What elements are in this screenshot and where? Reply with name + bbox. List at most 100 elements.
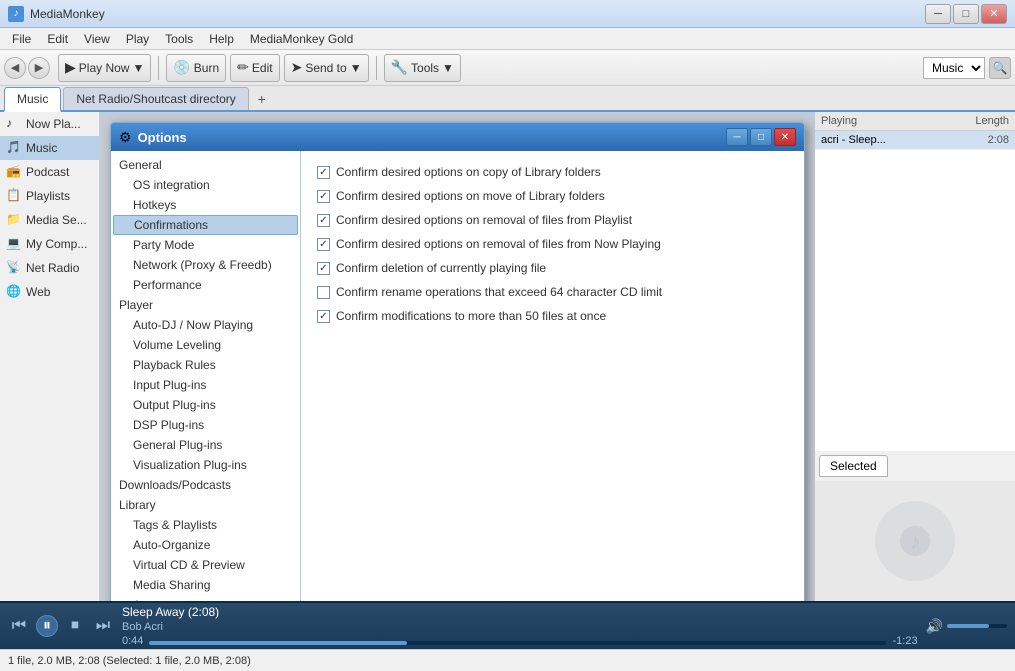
playing-column-header: Playing	[821, 115, 857, 127]
tree-item-appearance[interactable]: Appearance	[111, 595, 300, 601]
play-now-label: Play Now	[79, 61, 130, 75]
title-bar: ♪ MediaMonkey ─ □ ✕	[0, 0, 1015, 28]
menu-view[interactable]: View	[76, 30, 118, 48]
dialog-maximize-button[interactable]: □	[750, 128, 772, 146]
sidebar-label-podcast: Podcast	[26, 165, 69, 179]
nav-back-button[interactable]: ◀	[4, 57, 26, 79]
sidebar-item-playlists[interactable]: 📋 Playlists	[0, 184, 99, 208]
pause-button[interactable]: ⏸	[36, 615, 58, 637]
tab-add-button[interactable]: +	[251, 88, 273, 110]
player-progress-bar[interactable]	[149, 641, 886, 645]
tree-category-library[interactable]: Library	[111, 495, 300, 515]
search-scope-select[interactable]: Music All	[923, 57, 985, 79]
edit-icon: ✏	[237, 59, 249, 76]
tab-music[interactable]: Music	[4, 87, 61, 112]
tree-item-input-plugins[interactable]: Input Plug-ins	[111, 375, 300, 395]
option-row-5: Confirm deletion of currently playing fi…	[317, 261, 788, 275]
option-checkbox-5[interactable]	[317, 262, 330, 275]
dialog-minimize-button[interactable]: ─	[726, 128, 748, 146]
status-text: 1 file, 2.0 MB, 2:08 (Selected: 1 file, …	[8, 655, 251, 667]
option-checkbox-7[interactable]	[317, 310, 330, 323]
option-checkbox-2[interactable]	[317, 190, 330, 203]
tree-item-virtual-cd[interactable]: Virtual CD & Preview	[111, 555, 300, 575]
music-icon: 🎵	[6, 140, 22, 156]
podcast-icon: 📻	[6, 164, 22, 180]
tree-item-network[interactable]: Network (Proxy & Freedb)	[111, 255, 300, 275]
menu-edit[interactable]: Edit	[39, 30, 76, 48]
dialog-close-button[interactable]: ✕	[774, 128, 796, 146]
minimize-button[interactable]: ─	[925, 4, 951, 24]
tree-item-media-sharing[interactable]: Media Sharing	[111, 575, 300, 595]
tree-item-confirmations[interactable]: Confirmations	[113, 215, 298, 235]
burn-button[interactable]: 💿 Burn	[166, 54, 226, 82]
tree-item-hotkeys[interactable]: Hotkeys	[111, 195, 300, 215]
selected-tab[interactable]: Selected	[819, 455, 888, 477]
now-playing-icon: ♪	[6, 116, 22, 132]
player-progress-fill	[149, 641, 407, 645]
tree-item-playback-rules[interactable]: Playback Rules	[111, 355, 300, 375]
sidebar-item-my-computer[interactable]: 💻 My Comp...	[0, 232, 99, 256]
volume-icon: 🔊	[926, 618, 943, 635]
track-length: 2:08	[988, 134, 1009, 146]
sidebar-item-music[interactable]: 🎵 Music	[0, 136, 99, 160]
tree-item-auto-organize[interactable]: Auto-Organize	[111, 535, 300, 555]
track-item[interactable]: acri - Sleep... 2:08	[815, 131, 1015, 150]
option-row-4: Confirm desired options on removal of fi…	[317, 237, 788, 251]
tree-item-dsp-plugins[interactable]: DSP Plug-ins	[111, 415, 300, 435]
nav-forward-button[interactable]: ▶	[28, 57, 50, 79]
sidebar-label-web: Web	[26, 285, 50, 299]
maximize-button[interactable]: □	[953, 4, 979, 24]
tree-item-tags-playlists[interactable]: Tags & Playlists	[111, 515, 300, 535]
next-button[interactable]: ⏭	[92, 615, 114, 637]
tab-netradio[interactable]: Net Radio/Shoutcast directory	[63, 87, 248, 110]
menu-play[interactable]: Play	[118, 30, 157, 48]
tree-item-general-plugins[interactable]: General Plug-ins	[111, 435, 300, 455]
option-checkbox-3[interactable]	[317, 214, 330, 227]
tree-category-general[interactable]: General	[111, 155, 300, 175]
sidebar-item-now-playing[interactable]: ♪ Now Pla...	[0, 112, 99, 136]
menu-help[interactable]: Help	[201, 30, 242, 48]
sidebar-label-now-playing: Now Pla...	[26, 117, 81, 131]
sidebar-item-web[interactable]: 🌐 Web	[0, 280, 99, 304]
edit-label: Edit	[252, 61, 273, 75]
sidebar-label-net-radio: Net Radio	[26, 261, 79, 275]
play-now-button[interactable]: ▶ Play Now ▼	[58, 54, 151, 82]
tree-item-visualization-plugins[interactable]: Visualization Plug-ins	[111, 455, 300, 475]
option-checkbox-6[interactable]	[317, 286, 330, 299]
option-checkbox-1[interactable]	[317, 166, 330, 179]
option-label-3: Confirm desired options on removal of fi…	[336, 213, 632, 227]
edit-button[interactable]: ✏ Edit	[230, 54, 279, 82]
prev-button[interactable]: ⏮	[8, 615, 30, 637]
volume-bar[interactable]	[947, 624, 1007, 628]
option-label-2: Confirm desired options on move of Libra…	[336, 189, 605, 203]
sidebar-label-playlists: Playlists	[26, 189, 70, 203]
send-to-label: Send to	[305, 61, 346, 75]
tree-item-volume-leveling[interactable]: Volume Leveling	[111, 335, 300, 355]
sidebar-item-media-server[interactable]: 📁 Media Se...	[0, 208, 99, 232]
tree-item-party-mode[interactable]: Party Mode	[111, 235, 300, 255]
tree-item-os-integration[interactable]: OS integration	[111, 175, 300, 195]
tree-category-player[interactable]: Player	[111, 295, 300, 315]
menu-tools[interactable]: Tools	[157, 30, 201, 48]
menu-file[interactable]: File	[4, 30, 39, 48]
tree-item-performance[interactable]: Performance	[111, 275, 300, 295]
tree-item-output-plugins[interactable]: Output Plug-ins	[111, 395, 300, 415]
toolbar-nav: ◀ ▶	[4, 57, 50, 79]
sidebar-item-net-radio[interactable]: 📡 Net Radio	[0, 256, 99, 280]
tree-item-auto-dj[interactable]: Auto-DJ / Now Playing	[111, 315, 300, 335]
tools-button[interactable]: 🔧 Tools ▼	[384, 54, 461, 82]
options-panel: Confirm desired options on copy of Libra…	[301, 151, 804, 601]
search-button[interactable]: 🔍	[989, 57, 1011, 79]
option-checkbox-4[interactable]	[317, 238, 330, 251]
menu-bar: File Edit View Play Tools Help MediaMonk…	[0, 28, 1015, 50]
send-to-button[interactable]: ➤ Send to ▼	[284, 54, 369, 82]
sidebar-item-podcast[interactable]: 📻 Podcast	[0, 160, 99, 184]
stop-button[interactable]: ⏹	[64, 615, 86, 637]
close-button[interactable]: ✕	[981, 4, 1007, 24]
tab-bar: Music Net Radio/Shoutcast directory +	[0, 86, 1015, 112]
track-list-empty	[815, 150, 1015, 451]
length-column-header: Length	[975, 115, 1009, 127]
player-info: Sleep Away (2:08) Bob Acri 0:44 -1:23	[122, 605, 918, 647]
menu-gold[interactable]: MediaMonkey Gold	[242, 30, 361, 48]
tree-category-downloads[interactable]: Downloads/Podcasts	[111, 475, 300, 495]
